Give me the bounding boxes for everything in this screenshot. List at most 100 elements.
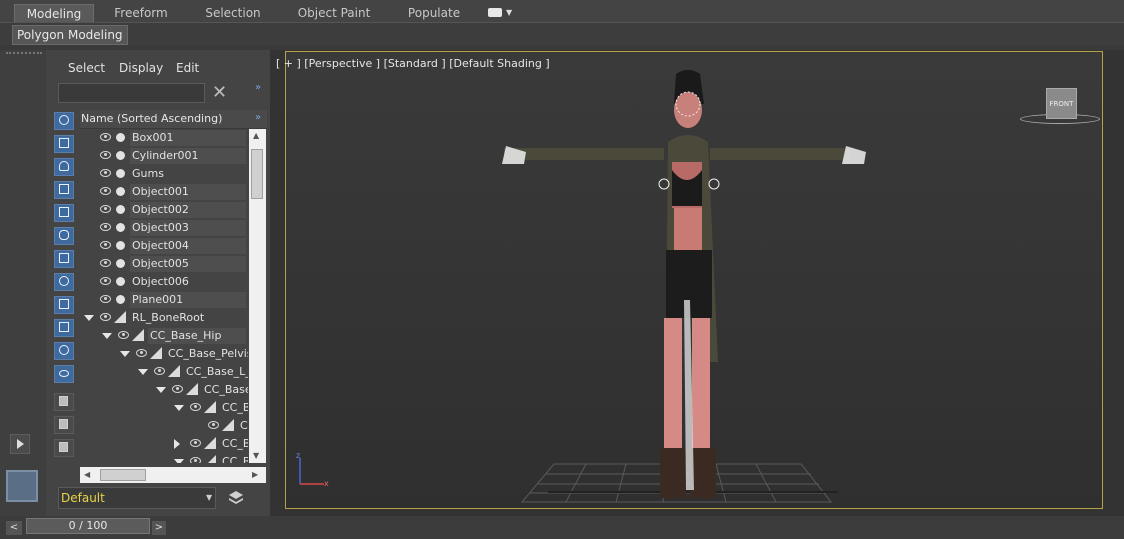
collapse-arrow-icon[interactable]: [138, 369, 148, 375]
visibility-eye-icon[interactable]: [100, 151, 111, 159]
tab-freeform[interactable]: Freeform: [112, 4, 170, 22]
filter-geometry-button[interactable]: [54, 112, 74, 130]
viewport-label[interactable]: [ + ] [Perspective ] [Standard ] [Defaul…: [276, 57, 550, 70]
filter-xrefs-button[interactable]: [54, 273, 74, 291]
menu-display[interactable]: Display: [119, 61, 163, 75]
layer-dropdown[interactable]: Default: [58, 487, 216, 509]
filter-spacewarps-button[interactable]: [54, 227, 74, 245]
tab-selection[interactable]: Selection: [200, 4, 266, 22]
collapse-arrow-icon[interactable]: [84, 315, 94, 321]
time-slider[interactable]: 0 / 100: [26, 518, 150, 534]
tree-row[interactable]: CC_Base_Pelvis: [80, 345, 248, 363]
tree-row[interactable]: Object004: [80, 237, 248, 255]
collapse-arrow-icon[interactable]: [102, 333, 112, 339]
visibility-eye-icon[interactable]: [100, 259, 111, 267]
scroll-thumb[interactable]: [100, 469, 146, 481]
render-dot-icon[interactable]: [116, 205, 125, 214]
next-frame-button[interactable]: >: [152, 521, 166, 535]
render-dot-icon[interactable]: [116, 151, 125, 160]
visibility-eye-icon[interactable]: [100, 187, 111, 195]
render-dot-icon[interactable]: [116, 169, 125, 178]
tree-row[interactable]: Object006: [80, 273, 248, 291]
tree-row[interactable]: CC_Base_L_T: [80, 363, 248, 381]
scroll-right-icon[interactable]: ▶: [252, 470, 258, 479]
filter-lights-button[interactable]: [54, 158, 74, 176]
filter-containers-button[interactable]: [54, 319, 74, 337]
tree-row[interactable]: C: [80, 417, 248, 435]
viewport-layout-button[interactable]: [6, 470, 38, 502]
filter-shapes-button[interactable]: [54, 135, 74, 153]
tree-row[interactable]: Gums: [80, 165, 248, 183]
display-notes-button[interactable]: [54, 439, 74, 457]
tab-modeling[interactable]: Modeling: [14, 4, 94, 24]
layers-icon[interactable]: [228, 490, 244, 506]
render-dot-icon[interactable]: [116, 187, 125, 196]
collapse-arrow-icon[interactable]: [174, 405, 184, 411]
filter-helpers-button[interactable]: [54, 204, 74, 222]
collapse-arrow-icon[interactable]: [156, 387, 166, 393]
close-icon[interactable]: ✕: [212, 82, 227, 103]
viewcube[interactable]: FRONT: [1046, 88, 1077, 119]
visibility-eye-icon[interactable]: [190, 403, 201, 411]
filter-groups-button[interactable]: [54, 250, 74, 268]
column-header-name[interactable]: Name (Sorted Ascending): [80, 110, 267, 129]
tree-row[interactable]: RL_BoneRoot: [80, 309, 248, 327]
render-dot-icon[interactable]: [116, 133, 125, 142]
render-dot-icon[interactable]: [116, 241, 125, 250]
tree-row[interactable]: CC_Base_Hip: [80, 327, 248, 345]
menu-edit[interactable]: Edit: [176, 61, 199, 75]
visibility-eye-icon[interactable]: [100, 133, 111, 141]
visibility-eye-icon[interactable]: [100, 295, 111, 303]
display-page-button[interactable]: [54, 416, 74, 434]
visibility-eye-icon[interactable]: [100, 205, 111, 213]
tab-populate[interactable]: Populate: [404, 4, 464, 22]
prev-frame-button[interactable]: <: [6, 521, 22, 535]
tree-row[interactable]: Object005: [80, 255, 248, 273]
filter-frozen-button[interactable]: [54, 342, 74, 360]
tree-row[interactable]: CC_B: [80, 453, 248, 463]
filter-bones-button[interactable]: [54, 296, 74, 314]
double-chevron-icon[interactable]: »: [255, 112, 261, 123]
visibility-eye-icon[interactable]: [154, 367, 165, 375]
display-list-button[interactable]: [54, 393, 74, 411]
visibility-eye-icon[interactable]: [208, 421, 219, 429]
render-dot-icon[interactable]: [116, 259, 125, 268]
tree-row[interactable]: Object002: [80, 201, 248, 219]
visibility-eye-icon[interactable]: [172, 385, 183, 393]
tab-object-paint[interactable]: Object Paint: [296, 4, 372, 22]
scroll-thumb[interactable]: [251, 149, 263, 199]
search-input[interactable]: [58, 83, 205, 103]
vertical-scrollbar[interactable]: ▲ ▼: [249, 129, 266, 463]
visibility-eye-icon[interactable]: [190, 457, 201, 463]
ribbon-options-icon[interactable]: [488, 8, 502, 17]
tree-row[interactable]: Object003: [80, 219, 248, 237]
visibility-eye-icon[interactable]: [190, 439, 201, 447]
viewport-perspective[interactable]: z x: [285, 51, 1103, 509]
scroll-down-icon[interactable]: ▼: [253, 451, 259, 460]
expand-arrow-icon[interactable]: [174, 439, 180, 449]
visibility-eye-icon[interactable]: [100, 223, 111, 231]
horizontal-scrollbar[interactable]: ◀ ▶: [80, 467, 266, 483]
visibility-eye-icon[interactable]: [136, 349, 147, 357]
menu-select[interactable]: Select: [68, 61, 105, 75]
tree-row[interactable]: Plane001: [80, 291, 248, 309]
chevron-down-icon[interactable]: ▼: [506, 8, 512, 17]
render-dot-icon[interactable]: [116, 223, 125, 232]
tree-row[interactable]: Cylinder001: [80, 147, 248, 165]
scroll-left-icon[interactable]: ◀: [84, 470, 90, 479]
visibility-eye-icon[interactable]: [100, 277, 111, 285]
visibility-eye-icon[interactable]: [118, 331, 129, 339]
render-dot-icon[interactable]: [116, 277, 125, 286]
tree-row[interactable]: CC_B: [80, 435, 248, 453]
polygon-modeling-button[interactable]: Polygon Modeling: [12, 25, 128, 45]
visibility-eye-icon[interactable]: [100, 241, 111, 249]
double-chevron-icon[interactable]: »: [255, 82, 261, 93]
tree-row[interactable]: CC_Base_: [80, 381, 248, 399]
tree-row[interactable]: CC_B: [80, 399, 248, 417]
filter-cameras-button[interactable]: [54, 181, 74, 199]
tree-row[interactable]: Box001: [80, 129, 248, 147]
render-dot-icon[interactable]: [116, 295, 125, 304]
collapse-arrow-icon[interactable]: [120, 351, 130, 357]
visibility-eye-icon[interactable]: [100, 313, 111, 321]
expand-button[interactable]: [10, 434, 30, 454]
